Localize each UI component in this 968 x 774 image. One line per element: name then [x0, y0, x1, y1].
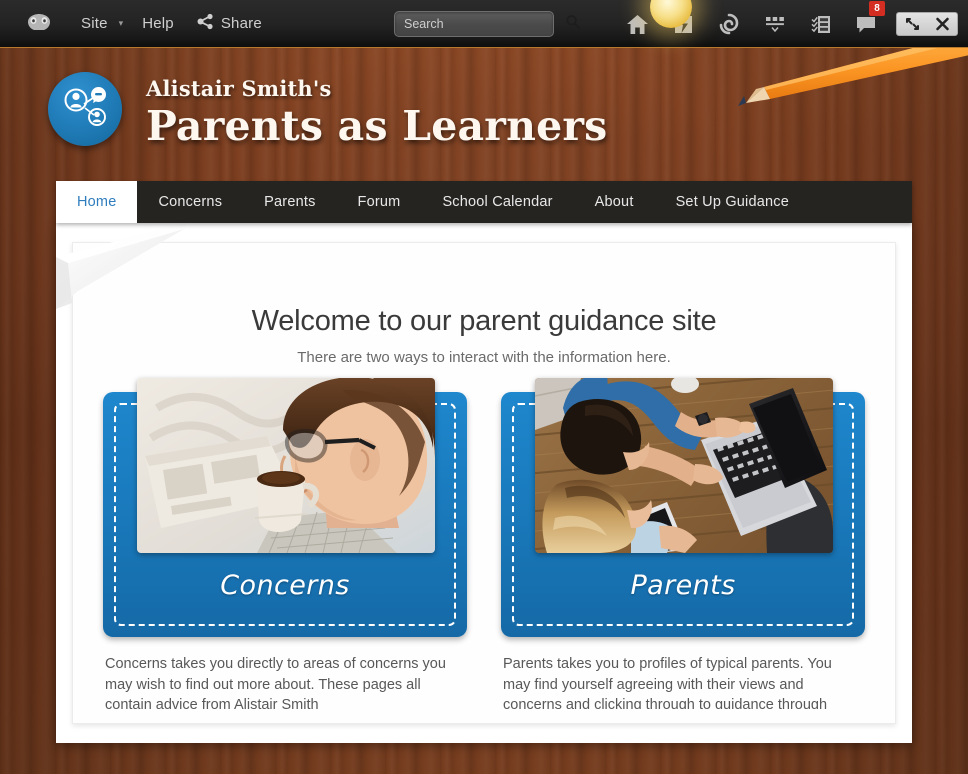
site-logo-badge[interactable] [48, 72, 122, 146]
nav-label: About [594, 194, 634, 210]
layout-icon[interactable] [752, 0, 798, 48]
toolbar-site-label: Site [81, 15, 108, 32]
spiral-icon[interactable] [706, 0, 752, 48]
toolbar-share-label: Share [220, 15, 262, 32]
main-navigation: Home Concerns Parents Forum School Calen… [56, 181, 912, 223]
site-logo-icon[interactable] [22, 11, 56, 37]
chevron-down-glyph: ▾ [118, 18, 124, 28]
site-title-small: Alistair Smith's [146, 76, 332, 101]
card-column-concerns: Concerns Concerns takes you directly to … [103, 378, 467, 723]
nav-label: Parents [264, 194, 316, 210]
nav-label: Concerns [158, 194, 223, 210]
toolbar-left-group: Site ▾ Help Share [0, 0, 262, 47]
toolbar-search-group [394, 11, 581, 37]
card-parents[interactable]: Parents [501, 378, 865, 637]
couple-using-laptop-overhead-photo [535, 378, 833, 553]
chat-icon[interactable]: 8 [844, 0, 890, 48]
page-title: Parents as Learners [146, 102, 608, 150]
nav-item-school-calendar[interactable]: School Calendar [421, 181, 573, 223]
search-input[interactable] [404, 17, 565, 31]
welcome-subheading: There are two ways to interact with the … [297, 349, 671, 366]
people-network-icon [60, 84, 110, 135]
lightning-icon[interactable] [660, 0, 706, 48]
share-icon [197, 13, 214, 35]
toolbar-site-menu[interactable]: Site [72, 0, 117, 47]
feature-cards: Concerns Concerns takes you directly to … [73, 378, 895, 723]
man-reading-newspaper-with-coffee-photo [137, 378, 435, 553]
nav-item-home[interactable]: Home [56, 181, 138, 223]
home-icon[interactable] [614, 0, 660, 48]
card-label-concerns: Concerns [220, 570, 350, 601]
toolbar-help-label: Help [142, 15, 174, 32]
card-concerns[interactable]: Concerns [103, 378, 467, 637]
welcome-heading: Welcome to our parent guidance site [251, 305, 717, 337]
content-panel: Welcome to our parent guidance site Ther… [56, 223, 912, 743]
close-icon[interactable] [929, 13, 955, 35]
content-inner-card: Welcome to our parent guidance site Ther… [72, 242, 896, 724]
nav-item-set-up-guidance[interactable]: Set Up Guidance [655, 181, 810, 223]
checklist-icon[interactable] [798, 0, 844, 48]
nav-label: School Calendar [442, 194, 553, 210]
nav-label: Forum [357, 194, 401, 210]
chevron-down-icon[interactable]: ▾ [117, 0, 134, 47]
nav-item-parents[interactable]: Parents [243, 181, 336, 223]
nav-item-concerns[interactable]: Concerns [137, 181, 243, 223]
toolbar-share-button[interactable]: Share [183, 13, 262, 35]
card-column-parents: Parents Parents takes you to profiles of… [501, 378, 865, 723]
site-title-block: Alistair Smith's Parents as Learners [146, 76, 607, 150]
toolbar-right-group: 8 [614, 0, 968, 48]
app-window: Site ▾ Help Share Search 8 Alistair Smit… [0, 0, 968, 774]
nav-item-forum[interactable]: Forum [337, 181, 422, 223]
nav-label: Set Up Guidance [675, 194, 789, 210]
card-label-parents: Parents [630, 570, 736, 601]
search-box[interactable] [394, 11, 581, 37]
restore-icon[interactable] [899, 13, 925, 35]
nav-label: Home [77, 194, 117, 210]
notification-badge: 8 [869, 1, 885, 16]
toolbar-help-menu[interactable]: Help [133, 0, 183, 47]
site-header-banner: Alistair Smith's Parents as Learners [0, 48, 968, 181]
card-description-parents: Parents takes you to profiles of typical… [503, 656, 832, 723]
nav-item-about[interactable]: About [574, 181, 655, 223]
card-description-concerns: Concerns takes you directly to areas of … [105, 656, 446, 714]
top-toolbar: Site ▾ Help Share Search 8 [0, 0, 968, 48]
window-controls [896, 12, 958, 36]
search-icon[interactable] [565, 14, 581, 35]
